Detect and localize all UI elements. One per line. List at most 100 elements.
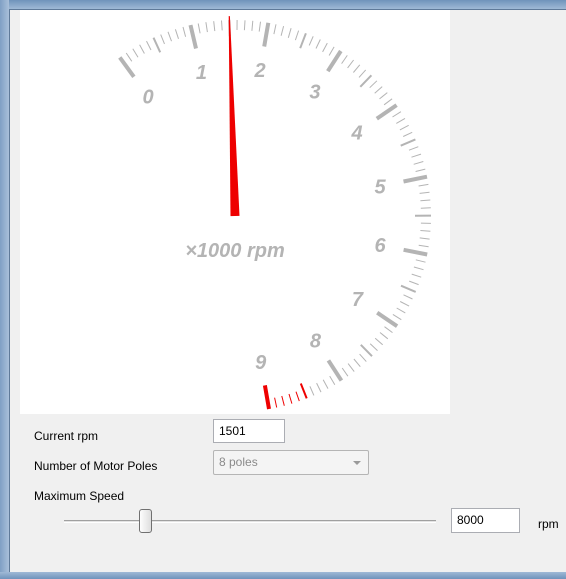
major-ticks [118,22,428,410]
rpm-unit-label: rpm [538,517,559,531]
minor-tick [359,74,373,88]
minor-tick [358,69,367,78]
minor-tick [360,344,373,357]
minor-tick [322,42,328,53]
minor-tick [299,32,307,49]
minor-tick [274,397,278,408]
minor-tick [309,386,315,396]
minor-tick [243,20,246,31]
tick-labels: 0 1 2 3 4 5 6 7 8 9 [142,60,386,374]
minor-tick [308,36,314,46]
minor-tick [392,111,402,118]
tick-label: 6 [375,235,387,257]
minor-tick [418,183,429,187]
minor-tick [396,117,406,124]
current-rpm-value: 1501 [219,424,246,438]
minor-tick [402,131,413,137]
minor-tick [415,168,426,172]
minor-tick [420,199,431,202]
minor-tick [418,244,429,248]
major-tick [188,24,198,49]
motor-poles-selected: 8 poles [219,455,258,469]
minor-tick [353,64,361,73]
maximum-speed-field[interactable]: 8000 [451,508,520,533]
minor-tick [392,313,402,321]
minor-tick [329,375,336,385]
minor-tick [399,124,409,131]
minor-tick [411,273,422,278]
tick-label: 8 [310,330,322,352]
current-rpm-label: Current rpm [34,429,99,443]
tick-label: 1 [196,62,207,84]
major-tick [262,22,271,47]
minor-tick [400,138,416,147]
minor-tick [258,21,261,32]
maximum-speed-slider-track[interactable] [64,520,436,523]
minor-tick [152,37,162,53]
minor-tick [221,20,223,31]
minor-tick [251,20,254,31]
minor-tick [287,28,292,38]
tachometer-gauge: 0 1 2 3 4 5 6 7 8 9 ×1000 rpm [20,10,450,414]
minor-ticks [125,19,432,408]
major-tick [118,56,136,78]
minor-tick [182,26,187,37]
minor-tick [295,391,300,402]
minor-tick [399,301,410,307]
tick-label: 0 [142,86,153,108]
minor-tick [281,395,285,406]
minor-tick [415,259,426,263]
maximum-speed-slider-thumb[interactable] [139,509,152,533]
major-tick [262,385,271,410]
minor-tick [408,146,419,151]
tick-label: 9 [255,352,267,374]
tick-label: 3 [309,81,320,103]
minor-tick [347,59,354,69]
minor-tick [174,29,179,39]
minor-tick [420,230,431,232]
minor-tick [125,52,133,62]
minor-tick [273,24,277,35]
minor-tick [411,153,422,158]
minor-tick [132,48,139,58]
minor-tick [139,44,145,54]
tick-label: 7 [352,289,364,311]
minor-tick [403,294,413,300]
minor-tick [413,161,424,165]
minor-tick [315,39,321,49]
minor-tick [322,379,329,389]
minor-tick [374,86,383,94]
minor-tick [369,343,378,351]
minor-tick [167,31,172,42]
tick-label: 5 [374,176,386,198]
minor-tick [205,22,208,33]
unit-label: ×1000 rpm [185,240,285,262]
minor-tick [146,40,152,51]
minor-tick [379,332,389,340]
window-frame-bottom [0,572,566,579]
minor-tick [197,23,201,34]
minor-tick [213,21,216,32]
minor-tick [359,353,367,362]
maximum-speed-value: 8000 [457,513,484,527]
minor-tick [419,237,430,240]
tick-label: 4 [351,122,363,144]
minor-tick [316,382,322,393]
minor-tick [396,307,406,314]
motor-poles-dropdown[interactable]: 8 poles [213,450,369,475]
gauge-needle [228,16,240,217]
minor-tick [419,191,430,194]
minor-tick [374,337,384,346]
minor-tick [288,393,293,404]
minor-tick [160,34,165,45]
major-tick [403,247,428,257]
motor-poles-label: Number of Motor Poles [34,459,158,473]
minor-tick [369,80,378,89]
maximum-speed-label: Maximum Speed [34,489,125,503]
chevron-down-icon[interactable] [353,461,361,465]
minor-tick [379,92,388,100]
major-tick [403,174,428,184]
current-rpm-field[interactable]: 1501 [213,419,285,443]
minor-tick [383,98,393,106]
minor-tick [413,266,424,271]
